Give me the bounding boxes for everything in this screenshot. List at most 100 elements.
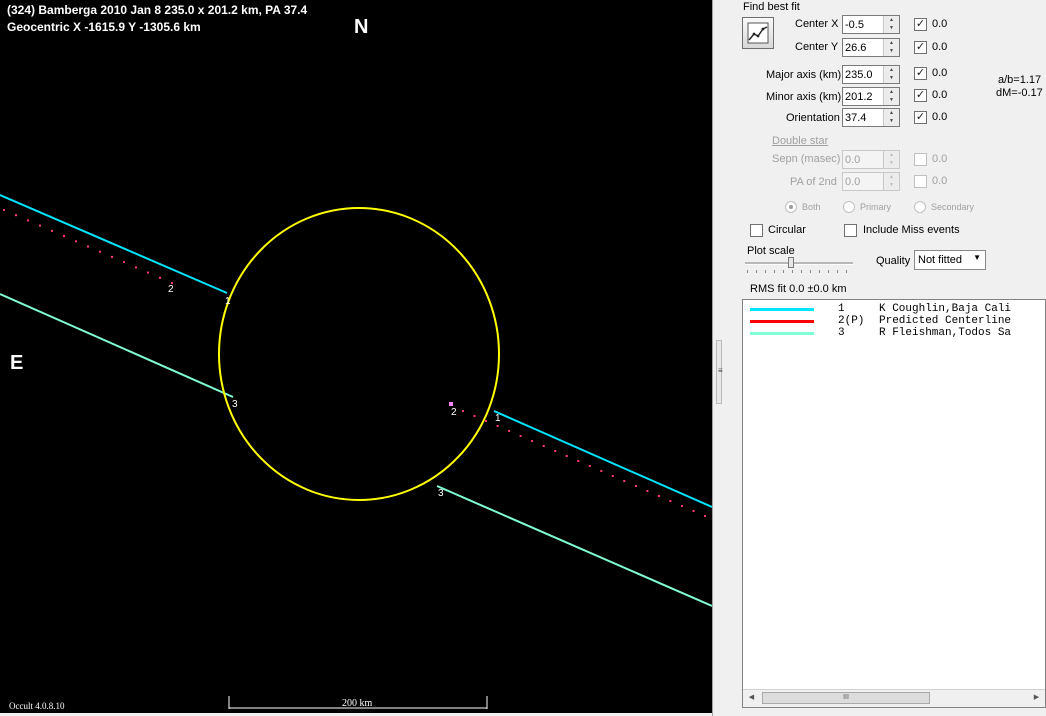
pa-2nd-label: PA of 2nd [790,176,837,188]
circular-checkbox[interactable] [750,224,763,237]
legend-swatch [750,320,814,323]
center-y-up[interactable]: ▲ [884,39,899,47]
pa-2nd-stepper[interactable]: ▲▼ [842,172,900,191]
minor-axis-label: Minor axis (km) [766,91,842,103]
sepn-down[interactable]: ▼ [884,159,899,167]
radio-secondary[interactable] [914,201,926,213]
center-y-input[interactable] [843,39,883,56]
center-x-up[interactable]: ▲ [884,16,899,24]
radio-both[interactable] [785,201,797,213]
minor-axis-fit: 0.0 [932,89,948,101]
legend-name: K Coughlin,Baja Cali [879,303,1012,315]
fit-panel: Find best fit Center X ▲▼ ✓ 0.0 Center Y… [725,0,1046,716]
predicted-dot [15,214,17,217]
pa-2nd-up[interactable]: ▲ [884,173,899,181]
sepn-stepper[interactable]: ▲▼ [842,150,900,169]
list-item[interactable]: 1 K Coughlin,Baja Cali [743,303,1011,315]
sepn-checkbox[interactable] [914,153,927,166]
predicted-centerline-dots [3,209,706,517]
major-axis-fit: 0.0 [932,67,948,79]
major-axis-down[interactable]: ▼ [884,74,899,82]
center-y-down[interactable]: ▼ [884,47,899,55]
plot-area[interactable]: 1 2 3 1 2 3 200 km Occult 4.0.8.10 (324)… [0,0,712,713]
predicted-dot [669,500,672,502]
center-y-checkbox[interactable]: ✓ [914,41,927,54]
list-item[interactable]: 2(P) Predicted Centerline [743,315,1011,327]
orientation-input[interactable] [843,109,883,126]
orientation-down[interactable]: ▼ [884,117,899,125]
east-marker: E [10,352,24,374]
observer-legend-list[interactable]: 1 K Coughlin,Baja Cali 2(P) Predicted Ce… [742,299,1046,708]
list-item[interactable]: 3 R Fleishman,Todos Sa [743,327,1011,339]
predicted-dot [111,255,113,258]
center-x-checkbox[interactable]: ✓ [914,18,927,31]
minor-axis-checkbox[interactable]: ✓ [914,89,927,102]
chord-label-2-west: 2 [168,284,174,295]
rms-fit: RMS fit 0.0 ±0.0 km [750,283,847,295]
center-x-down[interactable]: ▼ [884,24,899,32]
major-axis-stepper[interactable]: ▲▼ [842,65,900,84]
chord-label-3-east: 3 [438,488,444,499]
scroll-left-icon[interactable]: ◀ [743,690,760,706]
radio-secondary-label: Secondary [931,202,975,212]
chord-label-1-west: 1 [225,296,231,307]
minor-axis-up[interactable]: ▲ [884,88,899,96]
panel-splitter[interactable]: ≡ [712,0,725,716]
pa-2nd-down[interactable]: ▼ [884,181,899,189]
predicted-dot [473,415,476,417]
major-axis-up[interactable]: ▲ [884,66,899,74]
minor-axis-down[interactable]: ▼ [884,96,899,104]
center-x-input[interactable] [843,16,883,33]
predicted-dot [485,420,487,422]
predicted-dot [623,480,626,482]
center-y-stepper[interactable]: ▲▼ [842,38,900,57]
include-miss-checkbox[interactable] [844,224,857,237]
scroll-right-icon[interactable]: ▶ [1028,690,1045,706]
fit-chart-icon [747,22,769,44]
center-x-stepper[interactable]: ▲▼ [842,15,900,34]
radio-primary[interactable] [843,201,855,213]
predicted-dot [646,490,649,492]
orientation-up[interactable]: ▲ [884,109,899,117]
predicted-dot [51,229,53,232]
pa-2nd-input[interactable] [843,173,883,190]
plot-scale-slider[interactable] [745,257,855,275]
center-y-label: Center Y [795,41,839,53]
orientation-checkbox[interactable]: ✓ [914,111,927,124]
legend-number: 3 [838,327,845,339]
sepn-input[interactable] [843,151,883,168]
predicted-dot [99,250,101,253]
scroll-thumb[interactable]: III [762,692,930,704]
predicted-dot [39,224,41,227]
geocentric-coords: Geocentric X -1615.9 Y -1305.6 km [7,20,201,34]
sepn-up[interactable]: ▲ [884,151,899,159]
major-axis-input[interactable] [843,66,883,83]
minor-axis-input[interactable] [843,88,883,105]
chord-label-1-east: 1 [495,413,501,424]
predicted-dot [462,410,464,412]
find-best-fit-button[interactable] [742,17,774,49]
predicted-dot [159,276,161,279]
north-marker: N [354,16,369,38]
circular-label: Circular [768,224,806,236]
predicted-dot [87,245,89,248]
orientation-stepper[interactable]: ▲▼ [842,108,900,127]
predicted-dot [542,445,545,447]
chord-1-line-east [493,410,712,508]
minor-axis-stepper[interactable]: ▲▼ [842,87,900,106]
major-axis-checkbox[interactable]: ✓ [914,67,927,80]
radio-both-label: Both [802,202,821,212]
predicted-dot [704,515,706,517]
pa-2nd-fit: 0.0 [932,175,948,187]
pa-2nd-checkbox[interactable] [914,175,927,188]
quality-dropdown[interactable]: Not fitted ▼ [914,250,986,270]
plot-scale-thumb[interactable] [788,257,794,268]
predicted-dot [3,209,5,211]
include-miss-label: Include Miss events [863,224,960,236]
chord-label-2-east: 2 [451,407,457,418]
predicted-dot [63,235,65,238]
double-star-title: Double star [772,135,829,147]
horizontal-scrollbar[interactable]: ◀ III ▶ [743,689,1045,707]
predicted-dot [657,495,660,497]
splitter-grip[interactable]: ≡ [716,340,723,404]
